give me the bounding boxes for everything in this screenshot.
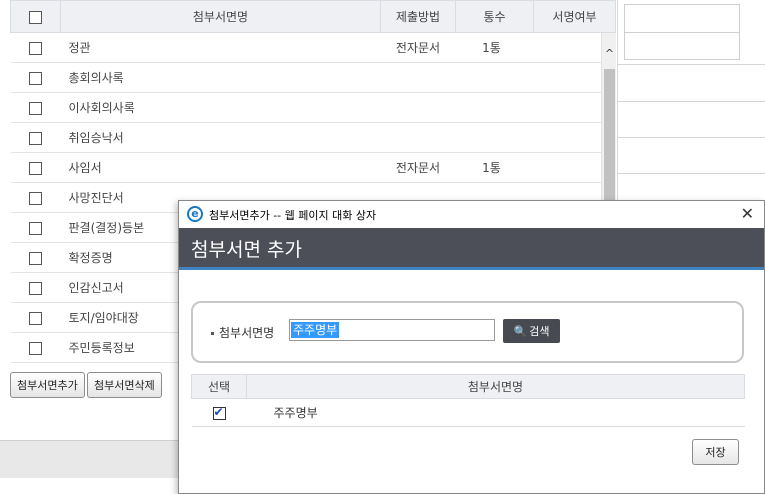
ie-icon: e (187, 206, 203, 222)
add-attachment-button[interactable]: 첨부서면추가 (10, 372, 85, 398)
row-method: 전자문서 (380, 152, 456, 183)
row-checkbox[interactable] (29, 281, 42, 295)
row-checkbox[interactable] (29, 71, 42, 85)
row-count (455, 122, 534, 153)
row-method (380, 62, 456, 93)
row-select-cell (10, 182, 61, 213)
row-select-cell (10, 332, 61, 363)
table-row[interactable]: 취임승낙서 (10, 122, 616, 153)
row-select-cell (10, 62, 61, 93)
search-input-selection: 주주명부 (291, 322, 340, 338)
right-panel-rule (618, 64, 765, 65)
row-select-cell (10, 92, 61, 123)
row-checkbox[interactable] (29, 101, 42, 115)
save-button[interactable]: 저장 (692, 439, 739, 465)
delete-attachment-button[interactable]: 첨부서면삭제 (87, 372, 162, 398)
row-select-cell (10, 152, 61, 183)
search-icon: 🔍 (513, 325, 528, 338)
header-count: 통수 (455, 0, 534, 33)
dialog-header: 첨부서면 추가 (179, 228, 764, 270)
result-name: 주주명부 (246, 398, 745, 427)
table-row[interactable]: 이사회의사록 (10, 92, 616, 123)
attachment-table-header: 첨부서면명 제출방법 통수 서명여부 (10, 0, 616, 33)
row-count (455, 92, 534, 123)
dialog-window-title: 첨부서면추가 -- 웹 페이지 대화 상자 (209, 209, 377, 222)
select-all-checkbox[interactable] (29, 10, 42, 24)
row-checkbox[interactable] (29, 311, 42, 325)
dialog-titlebar: e 첨부서면추가 -- 웹 페이지 대화 상자 ✕ (179, 201, 764, 228)
search-area: 첨부서면명 주주명부 🔍검색 (191, 301, 744, 363)
row-count: 1통 (455, 152, 534, 183)
search-button-label: 검색 (529, 325, 550, 338)
scroll-up-arrow[interactable]: ^ (602, 47, 617, 61)
header-signed: 서명여부 (533, 0, 616, 33)
right-panel (618, 0, 765, 64)
row-method (380, 122, 456, 153)
row-checkbox[interactable] (29, 341, 42, 355)
row-select-cell (10, 272, 61, 303)
header-select: 선택 (191, 374, 247, 399)
search-label: 첨부서면명 (211, 324, 274, 341)
row-name: 총회의사록 (60, 62, 381, 93)
row-name: 사임서 (60, 152, 381, 183)
table-row[interactable]: 사임서 전자문서 1통 (10, 152, 616, 183)
row-select-cell (10, 212, 61, 243)
row-name: 정관 (60, 32, 381, 63)
table-row[interactable]: 총회의사록 (10, 62, 616, 93)
result-table: 선택 첨부서면명 주주명부 (191, 374, 745, 427)
close-icon[interactable]: ✕ (741, 204, 754, 223)
search-button[interactable]: 🔍 검색 (503, 319, 560, 343)
add-attachment-dialog: e 첨부서면추가 -- 웹 페이지 대화 상자 ✕ 첨부서면 추가 첨부서면명 … (178, 200, 765, 494)
result-checkbox[interactable] (212, 405, 226, 420)
row-method: 전자문서 (380, 32, 456, 63)
row-select-cell (10, 242, 61, 273)
header-name: 첨부서면명 (60, 0, 381, 33)
result-row[interactable]: 주주명부 (191, 398, 745, 427)
row-checkbox[interactable] (29, 41, 42, 55)
right-panel-box (624, 4, 740, 60)
bullet-icon (211, 332, 214, 335)
row-select-cell (10, 302, 61, 333)
row-select-cell (10, 122, 61, 153)
row-name: 취임승낙서 (60, 122, 381, 153)
row-checkbox[interactable] (29, 161, 42, 175)
header-result-name: 첨부서면명 (246, 374, 745, 399)
row-method (380, 92, 456, 123)
right-panel-rule (618, 173, 765, 174)
result-select-cell (191, 398, 247, 427)
row-checkbox[interactable] (29, 251, 42, 265)
row-name: 이사회의사록 (60, 92, 381, 123)
row-count (455, 62, 534, 93)
right-panel-divider (625, 32, 739, 33)
row-select-cell (10, 32, 61, 63)
row-count: 1통 (455, 32, 534, 63)
row-checkbox[interactable] (29, 191, 42, 205)
row-checkbox[interactable] (29, 131, 42, 145)
header-method: 제출방법 (380, 0, 456, 33)
result-table-header: 선택 첨부서면명 (191, 374, 745, 399)
right-panel-rule (618, 101, 765, 102)
select-all-cell (10, 0, 61, 33)
right-panel-rule (618, 137, 765, 138)
row-checkbox[interactable] (29, 221, 42, 235)
table-row[interactable]: 정관 전자문서 1통 (10, 32, 616, 63)
search-label-text: 첨부서면명 (219, 326, 275, 340)
dialog-heading: 첨부서면 추가 (191, 239, 302, 261)
